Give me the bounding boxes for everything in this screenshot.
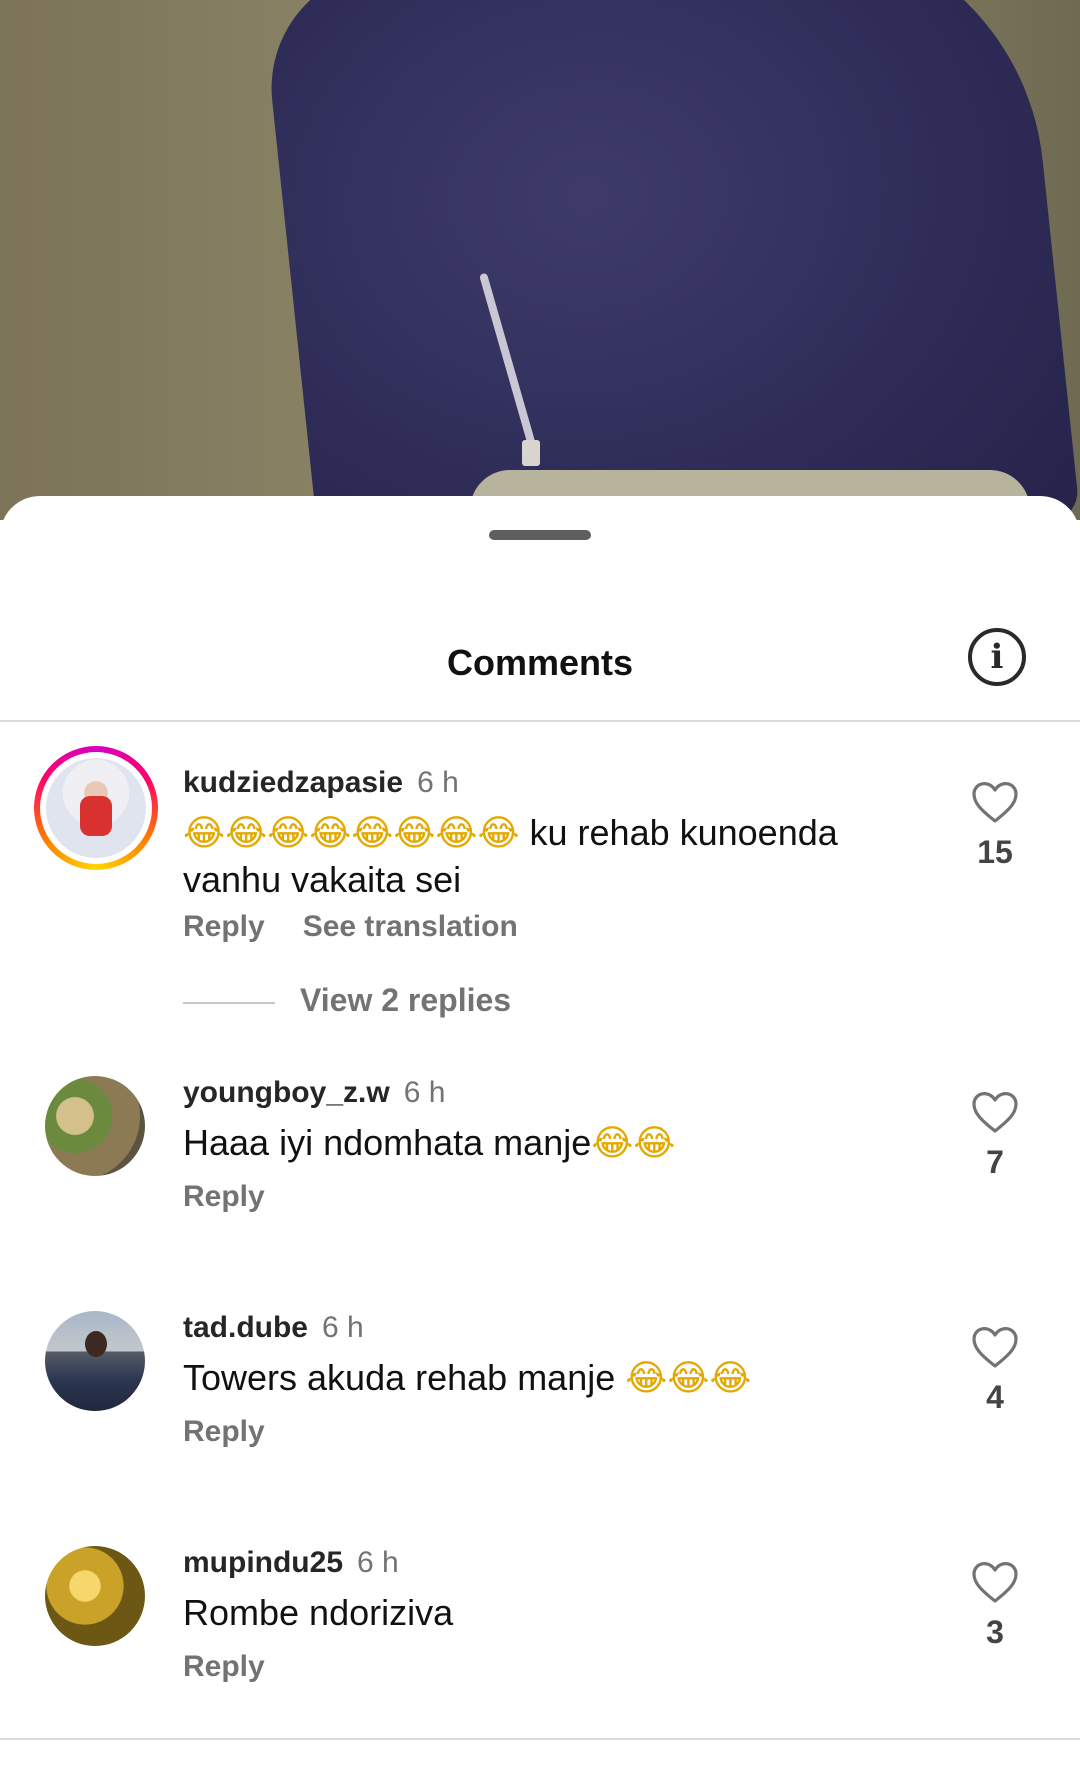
avatar[interactable] <box>34 746 158 870</box>
video-subject-jacket <box>259 0 1080 520</box>
heart-icon <box>972 1562 1018 1603</box>
like-count: 15 <box>977 834 1013 870</box>
comment-username[interactable]: kudziedzapasie <box>183 766 403 799</box>
info-icon[interactable]: i <box>968 628 1026 686</box>
laughing-emoji: 😂😂😂😂😂😂😂😂 <box>183 813 520 854</box>
reply-button[interactable]: Reply <box>183 910 265 943</box>
comment-body: Rombe ndoriziva <box>183 1592 454 1633</box>
avatar[interactable] <box>45 1311 145 1411</box>
like-button[interactable]: 3 <box>960 1560 1030 1651</box>
comment-text: Towers akuda rehab manje 😂😂😂 <box>183 1355 903 1402</box>
comment-text: 😂😂😂😂😂😂😂😂 ku rehab kunoenda vanhu vakaita… <box>183 810 903 903</box>
comment-text: Rombe ndoriziva <box>183 1590 903 1636</box>
zipper-pull <box>522 440 540 466</box>
sheet-title: Comments <box>446 642 634 683</box>
comments-sheet: Comments i kudziedzapasie 6 h 😂😂😂😂😂😂😂😂 ku… <box>0 496 1080 1770</box>
comment-time: 6 h <box>322 1311 364 1344</box>
comment-time: 6 h <box>417 766 459 799</box>
like-button[interactable]: 4 <box>960 1325 1030 1416</box>
header-divider <box>0 720 1080 722</box>
like-count: 7 <box>986 1144 1004 1180</box>
like-button[interactable]: 7 <box>960 1090 1030 1181</box>
avatar-image <box>46 758 146 858</box>
comment-username[interactable]: mupindu25 <box>183 1546 343 1579</box>
comment-text: Haaa iyi ndomhata manje😂😂 <box>183 1120 903 1167</box>
avatar[interactable] <box>45 1546 145 1646</box>
comment-username[interactable]: youngboy_z.w <box>183 1076 390 1109</box>
heart-icon <box>972 1092 1018 1133</box>
video-background <box>0 0 1080 520</box>
reply-button[interactable]: Reply <box>183 1180 265 1213</box>
heart-icon <box>972 1327 1018 1368</box>
like-count: 3 <box>986 1614 1004 1650</box>
replies-line <box>183 1002 275 1004</box>
avatar[interactable] <box>45 1076 145 1176</box>
laughing-emoji: 😂😂😂 <box>625 1358 752 1399</box>
reply-button[interactable]: Reply <box>183 1415 265 1448</box>
drag-handle[interactable] <box>489 530 591 540</box>
like-button[interactable]: 15 <box>960 780 1030 871</box>
view-replies-button[interactable]: View 2 replies <box>300 982 511 1019</box>
comment-body: Towers akuda rehab manje <box>183 1357 626 1398</box>
like-count: 4 <box>986 1379 1004 1415</box>
comment-username[interactable]: tad.dube <box>183 1311 308 1344</box>
bottom-divider <box>0 1738 1080 1740</box>
comment-body: Haaa iyi ndomhata manje <box>183 1122 592 1163</box>
heart-icon <box>972 782 1018 823</box>
comment-time: 6 h <box>357 1546 399 1579</box>
comment-time: 6 h <box>403 1076 446 1109</box>
see-translation-button[interactable]: See translation <box>303 910 518 943</box>
laughing-emoji: 😂😂 <box>591 1123 676 1164</box>
reply-button[interactable]: Reply <box>183 1650 265 1683</box>
